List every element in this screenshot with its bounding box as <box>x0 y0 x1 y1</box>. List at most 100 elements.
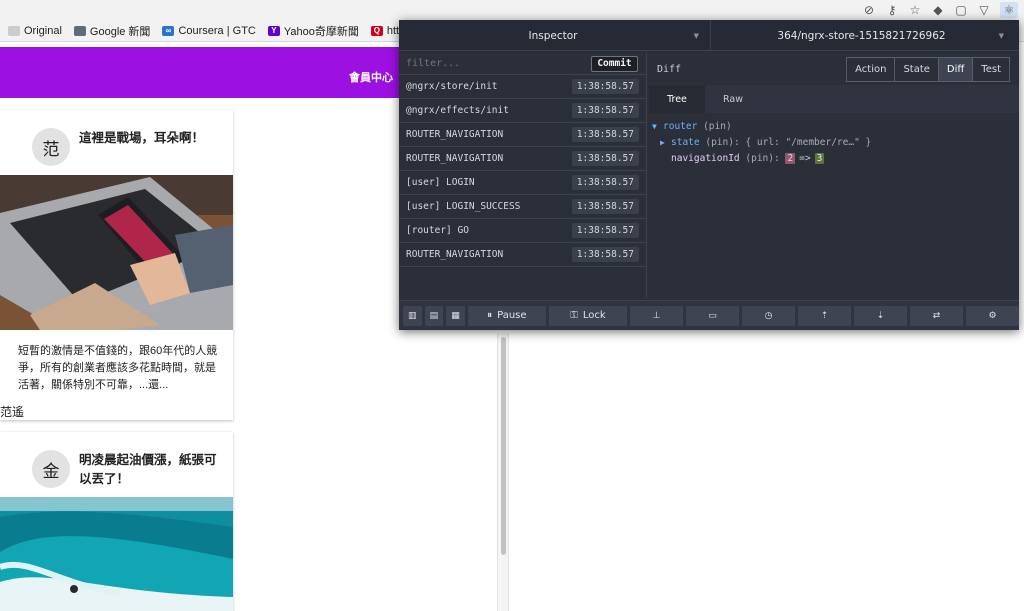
subtab-raw[interactable]: Raw <box>705 85 761 113</box>
evernote-icon[interactable]: ◆ <box>931 3 945 17</box>
bookmark-original[interactable]: Original <box>8 25 62 37</box>
extension-icon[interactable]: ▢ <box>954 3 968 17</box>
tree-key: router <box>663 121 698 132</box>
lock-button[interactable]: ⚿ Lock <box>548 305 627 326</box>
key-icon[interactable]: ⚷ <box>885 3 899 17</box>
avatar: 金 <box>32 450 70 488</box>
layout-right-icon[interactable]: ▦ <box>446 305 465 326</box>
store-select[interactable]: 364/ngrx-store-1515821726962 ▼ <box>710 20 1012 51</box>
page-scrollbar[interactable] <box>497 333 509 611</box>
action-name: @ngrx/store/init <box>406 81 498 92</box>
upload-icon[interactable]: ⇡ <box>798 305 851 326</box>
pause-button[interactable]: ⏸ Pause <box>467 305 546 326</box>
bookmark-yahoo[interactable]: Y Yahoo奇摩新聞 <box>267 23 359 39</box>
coursera-icon: ∞ <box>162 25 175 36</box>
bookmark-coursera[interactable]: ∞ Coursera | GTC <box>162 24 256 37</box>
action-item[interactable]: @ngrx/effects/init 1:38:58.57 <box>399 99 646 123</box>
collapsed-triangle-icon[interactable]: ▶ <box>660 135 671 151</box>
block-icon[interactable]: ⊘ <box>862 3 876 17</box>
filter-input[interactable] <box>399 53 587 74</box>
caret-down-icon: ▼ <box>998 31 1004 40</box>
action-time: 1:38:58.57 <box>571 103 639 118</box>
tab-test[interactable]: Test <box>972 57 1009 81</box>
toolbar-icons: ⊘ ⚷ ☆ ◆ ▢ ▽ ⚛ <box>862 2 1018 18</box>
action-time: 1:38:58.57 <box>571 151 639 166</box>
pin-label[interactable]: (pin): <box>705 137 739 148</box>
post-title[interactable]: 這裡是戰場，耳朵啊！ <box>79 129 219 148</box>
inspector-title: Diff <box>657 63 682 75</box>
subtab-tree[interactable]: Tree <box>649 85 705 113</box>
remote-icon[interactable]: ⇄ <box>910 305 963 326</box>
tab-action[interactable]: Action <box>847 57 895 81</box>
devtools-header: Inspector ▼ 364/ngrx-store-1515821726962… <box>399 20 1019 51</box>
action-name: @ngrx/effects/init <box>406 105 509 116</box>
post-header: 范 這裡是戰場，耳朵啊！ <box>0 110 233 175</box>
avatar: 范 <box>32 128 70 166</box>
action-time: 1:38:58.57 <box>571 223 639 238</box>
tree-node-router[interactable]: ▼ router (pin) <box>652 119 1019 135</box>
tab-state[interactable]: State <box>894 57 938 81</box>
monitor-select[interactable]: Inspector ▼ <box>399 20 707 51</box>
bookmark-label: Original <box>24 24 62 37</box>
quora-icon: Q <box>370 25 383 36</box>
layout-left-icon[interactable]: ▥ <box>403 305 422 326</box>
redux-icon[interactable]: ⚛ <box>1000 2 1018 18</box>
pause-label: Pause <box>497 310 527 321</box>
action-time: 1:38:58.57 <box>571 127 639 142</box>
action-name: [user] LOGIN <box>406 177 475 188</box>
action-item[interactable]: ROUTER_NAVIGATION 1:38:58.57 <box>399 243 646 267</box>
post-title[interactable]: 明凌晨起油價漲，紙張可以丟了！ <box>79 451 219 489</box>
action-time: 1:38:58.57 <box>571 247 639 262</box>
bookmark-google-news[interactable]: Google 新聞 <box>73 23 151 39</box>
browser-toolbar: ⊘ ⚷ ☆ ◆ ▢ ▽ ⚛ <box>0 0 1024 20</box>
action-time: 1:38:58.57 <box>571 79 639 94</box>
bookmark-label: Google 新聞 <box>89 25 151 38</box>
news-icon <box>73 25 86 36</box>
yahoo-icon: Y <box>267 25 280 36</box>
tree-node-state[interactable]: ▶ state (pin): { url: "/member/re…" } <box>652 135 1019 151</box>
commit-button[interactable]: Commit <box>591 55 638 72</box>
action-item[interactable]: [router] GO 1:38:58.57 <box>399 219 646 243</box>
tree-node-navigation-id[interactable]: navigationId (pin): 2 => 3 <box>652 151 1019 167</box>
inspector-tabs: Action State Diff Test <box>846 56 1010 82</box>
inspector-header: Diff Action State Diff Test <box>649 53 1019 85</box>
bookmark-label: Coursera | GTC <box>178 24 256 37</box>
bookmark-label: Yahoo奇摩新聞 <box>283 25 359 38</box>
scrollbar-thumb[interactable] <box>501 337 506 555</box>
action-item[interactable]: [user] LOGIN_SUCCESS 1:38:58.57 <box>399 195 646 219</box>
phone-laptop-photo <box>0 175 233 330</box>
tab-diff[interactable]: Diff <box>937 57 973 81</box>
post-header: 金 明凌晨起油價漲，紙張可以丟了！ <box>0 432 233 497</box>
action-name: ROUTER_NAVIGATION <box>406 249 504 260</box>
pin-icon[interactable]: ⊥ <box>630 305 683 326</box>
action-item[interactable]: @ngrx/store/init 1:38:58.57 <box>399 75 646 99</box>
action-time: 1:38:58.57 <box>571 199 639 214</box>
post-author[interactable]: 范遙 <box>0 403 24 420</box>
post-card[interactable]: 范 這裡是戰場，耳朵啊！ 短暫的激情是不值錢的，跟60年代的人競爭，所有的創業者… <box>0 110 233 420</box>
keyboard-icon[interactable]: ▭ <box>686 305 739 326</box>
expanded-triangle-icon[interactable]: ▼ <box>652 119 663 135</box>
post-card[interactable]: 金 明凌晨起油價漲，紙張可以丟了！ <box>0 432 233 611</box>
caret-down-icon: ▼ <box>693 31 699 40</box>
new-value: 3 <box>814 153 825 164</box>
post-excerpt: 短暫的激情是不值錢的，跟60年代的人競爭，所有的創業者應該多花點時間，就是活著，… <box>18 345 218 391</box>
download-icon[interactable]: ⇣ <box>854 305 907 326</box>
pin-label[interactable]: (pin): <box>745 153 779 164</box>
devtools-footer: ▥ ▤ ▦ ⏸ Pause ⚿ Lock ⊥ ▭ ◷ ⇡ ⇣ ⇄ ⚙ <box>399 300 1019 330</box>
star-icon[interactable]: ☆ <box>908 3 922 17</box>
member-center-link[interactable]: 會員中心 <box>349 69 393 85</box>
timer-icon[interactable]: ◷ <box>742 305 795 326</box>
action-item[interactable]: ROUTER_NAVIGATION 1:38:58.57 <box>399 123 646 147</box>
layout-bottom-icon[interactable]: ▤ <box>424 305 444 326</box>
extension-icon[interactable]: ▽ <box>977 3 991 17</box>
settings-icon[interactable]: ⚙ <box>966 305 1019 326</box>
store-label: 364/ngrx-store-1515821726962 <box>777 29 946 42</box>
action-item[interactable]: [user] LOGIN 1:38:58.57 <box>399 171 646 195</box>
diff-arrow: => <box>799 153 811 164</box>
action-name: ROUTER_NAVIGATION <box>406 153 504 164</box>
pin-label[interactable]: (pin) <box>703 121 732 132</box>
action-item[interactable]: ROUTER_NAVIGATION 1:38:58.57 <box>399 147 646 171</box>
action-name: [user] LOGIN_SUCCESS <box>406 201 521 212</box>
monitor-label: Inspector <box>528 29 578 42</box>
action-time: 1:38:58.57 <box>571 175 639 190</box>
